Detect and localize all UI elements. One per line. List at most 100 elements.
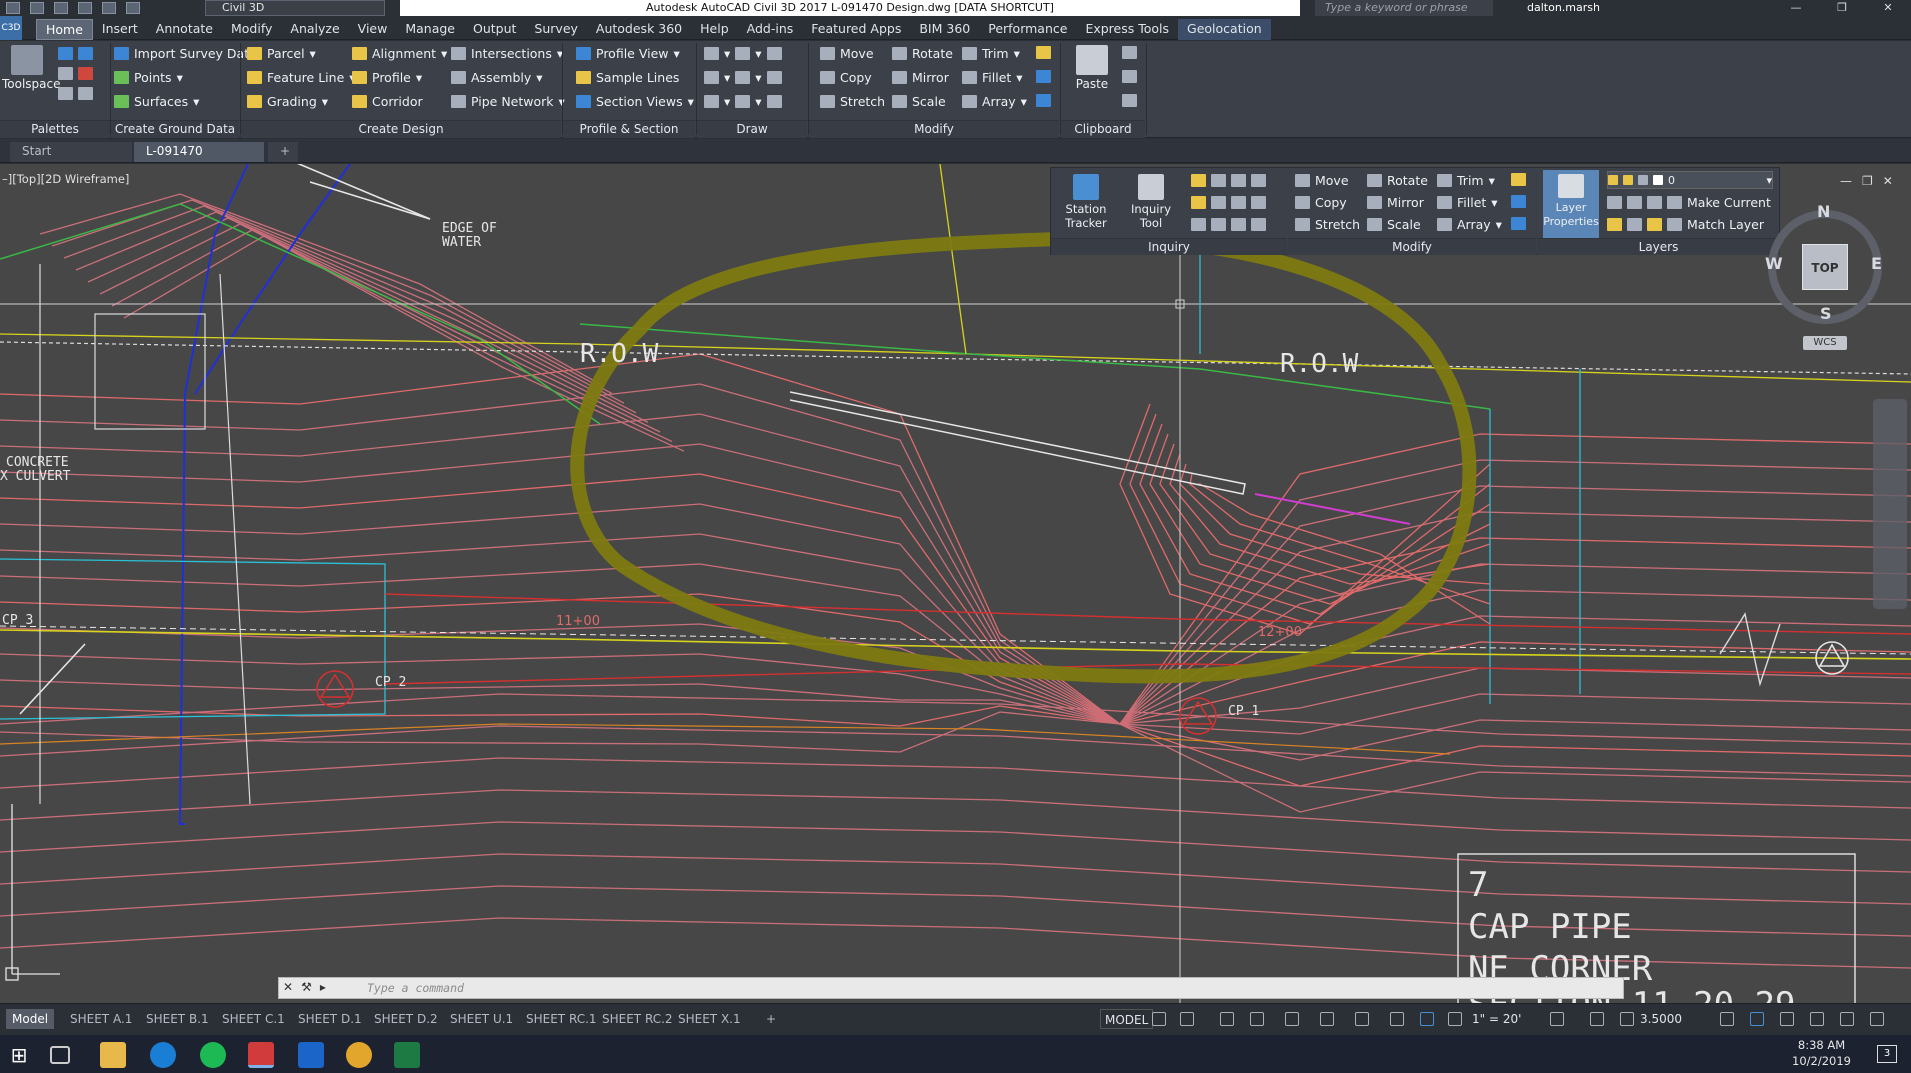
float-fillet-button[interactable]: Fillet ▾	[1437, 195, 1498, 210]
task-view-icon[interactable]	[50, 1046, 70, 1064]
scale-button[interactable]: Scale	[892, 94, 946, 109]
tab-express-tools[interactable]: Express Tools	[1076, 19, 1178, 40]
compass-north[interactable]: N	[1817, 202, 1830, 221]
station-tracker-button[interactable]: Station Tracker	[1061, 174, 1111, 230]
viewcube-top-face[interactable]: TOP	[1802, 244, 1848, 290]
chrome-icon[interactable]	[346, 1042, 372, 1068]
section-views-button[interactable]: Section Views ▾	[576, 94, 694, 109]
command-line[interactable]: ✕ ⚒ ▸ Type a command	[278, 977, 1624, 999]
tab-survey[interactable]: Survey	[525, 19, 586, 40]
autocad-icon[interactable]	[248, 1042, 274, 1068]
pipe-network-button[interactable]: Pipe Network▾	[451, 94, 565, 109]
transparency-icon[interactable]	[1390, 1012, 1404, 1026]
copy-clip-button[interactable]	[1122, 70, 1137, 83]
minimize-icon[interactable]: —	[1773, 0, 1819, 16]
paste-button[interactable]: Paste	[1070, 45, 1114, 91]
match-properties-button[interactable]	[1122, 94, 1137, 107]
float-copy-button[interactable]: Copy	[1295, 195, 1347, 210]
palette-icons-row[interactable]	[58, 47, 93, 60]
trim-button[interactable]: Trim ▾	[962, 46, 1020, 61]
layout-tab-sheet-d-2[interactable]: SHEET D.2	[368, 1009, 444, 1029]
inquiry-small-tools-1[interactable]	[1191, 174, 1266, 187]
isodraft-icon[interactable]	[1285, 1012, 1299, 1026]
surfaces-button[interactable]: Surfaces ▾	[114, 94, 199, 109]
panel-label-clipboard[interactable]: Clipboard	[1061, 120, 1145, 138]
layout-tab-sheet-x-1[interactable]: SHEET X.1	[672, 1009, 747, 1029]
outlook-icon[interactable]	[298, 1042, 324, 1068]
command-input[interactable]: Type a command	[367, 981, 464, 995]
compass-south[interactable]: S	[1820, 304, 1832, 323]
tab-modify[interactable]: Modify	[222, 19, 281, 40]
plus-icon[interactable]	[1590, 1012, 1604, 1026]
lineweight-icon[interactable]	[1355, 1012, 1369, 1026]
stretch-button[interactable]: Stretch	[820, 94, 885, 109]
layout-tab-sheet-a-1[interactable]: SHEET A.1	[64, 1009, 138, 1029]
float-move-button[interactable]: Move	[1295, 173, 1349, 188]
tab-geolocation[interactable]: Geolocation	[1178, 19, 1271, 40]
new-tab-button[interactable]: +	[268, 142, 298, 162]
circle-tool[interactable]: ▾ ▾	[704, 70, 782, 85]
user-account[interactable]: dalton.marsh	[1527, 0, 1600, 16]
hatch-tool[interactable]: ▾ ▾	[704, 94, 782, 109]
elevation-icon[interactable]	[1620, 1012, 1634, 1026]
annotation-scale[interactable]: 1" = 20'	[1472, 1009, 1521, 1029]
tab-output[interactable]: Output	[464, 19, 525, 40]
layout-tab-sheet-rc-1[interactable]: SHEET RC.1	[520, 1009, 603, 1029]
profile-view-button[interactable]: Profile View ▾	[576, 46, 680, 61]
tab-analyze[interactable]: Analyze	[281, 19, 348, 40]
array-button[interactable]: Array ▾	[962, 94, 1027, 109]
parcel-button[interactable]: Parcel ▾	[247, 46, 316, 61]
float-mirror-button[interactable]: Mirror	[1367, 195, 1424, 210]
float-array-button[interactable]: Array ▾	[1437, 217, 1502, 232]
make-current-button[interactable]: Make Current	[1607, 195, 1771, 210]
isolate-objects-icon[interactable]	[1720, 1012, 1734, 1026]
status-more-icon[interactable]	[1870, 1012, 1884, 1026]
import-survey-data-button[interactable]: Import Survey Data	[114, 46, 257, 61]
customization-icon[interactable]	[1810, 1012, 1824, 1026]
drawing-svg[interactable]: EDGE OF WATER R.O.W R.O.W CONCRETE X CUL…	[0, 164, 1911, 1004]
layout-tab-model[interactable]: Model	[6, 1009, 55, 1029]
mirror-button[interactable]: Mirror	[892, 70, 949, 85]
move-button[interactable]: Move	[820, 46, 874, 61]
panel-label-design[interactable]: Create Design	[241, 120, 561, 138]
model-space-toggle[interactable]: MODEL	[1100, 1009, 1154, 1029]
doc-tab-start[interactable]: Start	[10, 142, 132, 162]
modify-extra-1[interactable]	[1036, 46, 1051, 59]
panel-label-modify[interactable]: Modify	[809, 120, 1059, 138]
float-trim-button[interactable]: Trim ▾	[1437, 173, 1495, 188]
new-file-icon[interactable]	[6, 2, 20, 14]
tab-manage[interactable]: Manage	[396, 19, 464, 40]
customize-icon[interactable]: ⚒	[301, 980, 312, 994]
modify-extra-2[interactable]	[1036, 70, 1051, 83]
modify-extra-3[interactable]	[1036, 94, 1051, 107]
panel-label-layers[interactable]: Layers	[1537, 238, 1780, 255]
profile-button[interactable]: Profile ▾	[352, 70, 422, 85]
layout-tab-sheet-d-1[interactable]: SHEET D.1	[292, 1009, 368, 1029]
viewport-close-icon[interactable]: ✕	[1883, 174, 1893, 188]
tab-performance[interactable]: Performance	[979, 19, 1076, 40]
assembly-button[interactable]: Assembly ▾	[451, 70, 543, 85]
viewport-minimize-icon[interactable]: —	[1840, 174, 1852, 188]
float-erase-button[interactable]	[1511, 173, 1526, 186]
line-tool[interactable]: ▾ ▾	[704, 46, 782, 61]
compass-east[interactable]: E	[1871, 254, 1882, 273]
tab-annotate[interactable]: Annotate	[147, 19, 222, 40]
grid-icon[interactable]	[1152, 1012, 1166, 1026]
save-icon[interactable]	[54, 2, 68, 14]
match-layer-button[interactable]: Match Layer	[1607, 217, 1764, 232]
command-prompt-icon[interactable]: ▸	[320, 980, 326, 994]
panel-label-ground[interactable]: Create Ground Data	[111, 120, 239, 138]
tab-autodesk-360[interactable]: Autodesk 360	[587, 19, 691, 40]
object-snap-icon[interactable]	[1320, 1012, 1334, 1026]
workspace-selector[interactable]: Civil 3D	[205, 0, 385, 16]
polar-icon[interactable]	[1250, 1012, 1264, 1026]
snap-icon[interactable]	[1180, 1012, 1194, 1026]
wcs-menu[interactable]: WCS	[1803, 336, 1847, 350]
file-explorer-icon[interactable]	[100, 1042, 126, 1068]
search-input[interactable]: Type a keyword or phrase	[1315, 0, 1493, 16]
maximize-icon[interactable]: ❐	[1819, 0, 1865, 16]
open-file-icon[interactable]	[30, 2, 44, 14]
windows-start-icon[interactable]: ⊞	[6, 1042, 32, 1068]
tab-bim-360[interactable]: BIM 360	[910, 19, 979, 40]
add-layout-button[interactable]: +	[760, 1009, 782, 1029]
